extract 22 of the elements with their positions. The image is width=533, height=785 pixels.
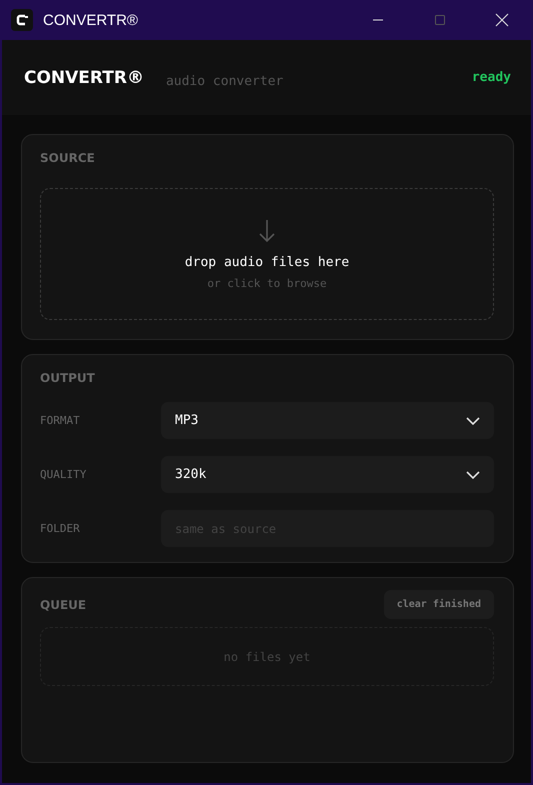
field-label: FORMAT [40,414,81,427]
browse-hint: or click to browse [207,276,327,290]
section-title: QUEUE [40,598,86,612]
chevron-down-icon [466,416,480,424]
close-icon [495,13,509,27]
chevron-down-icon [466,470,480,478]
down-arrow-icon [259,218,275,242]
subtitle: audio converter [166,74,284,89]
window-title: CONVERTR® [43,12,138,28]
field-label: QUALITY [40,468,88,481]
status-text: ready [472,70,511,85]
logo: CONVERTR® [24,68,144,88]
maximize-icon [434,14,446,26]
select-field[interactable]: MP3 [161,402,494,439]
app-icon [11,9,33,31]
clear-finished-button[interactable]: clear finished [384,590,494,619]
section-title: SOURCE [40,151,96,165]
drop-text: drop audio files here [184,254,350,270]
select-field[interactable]: 320k [161,456,494,493]
field-label: FOLDER [40,522,81,535]
drop-zone[interactable]: drop audio files here or click to browse [40,188,494,320]
section-title: OUTPUT [40,371,96,385]
